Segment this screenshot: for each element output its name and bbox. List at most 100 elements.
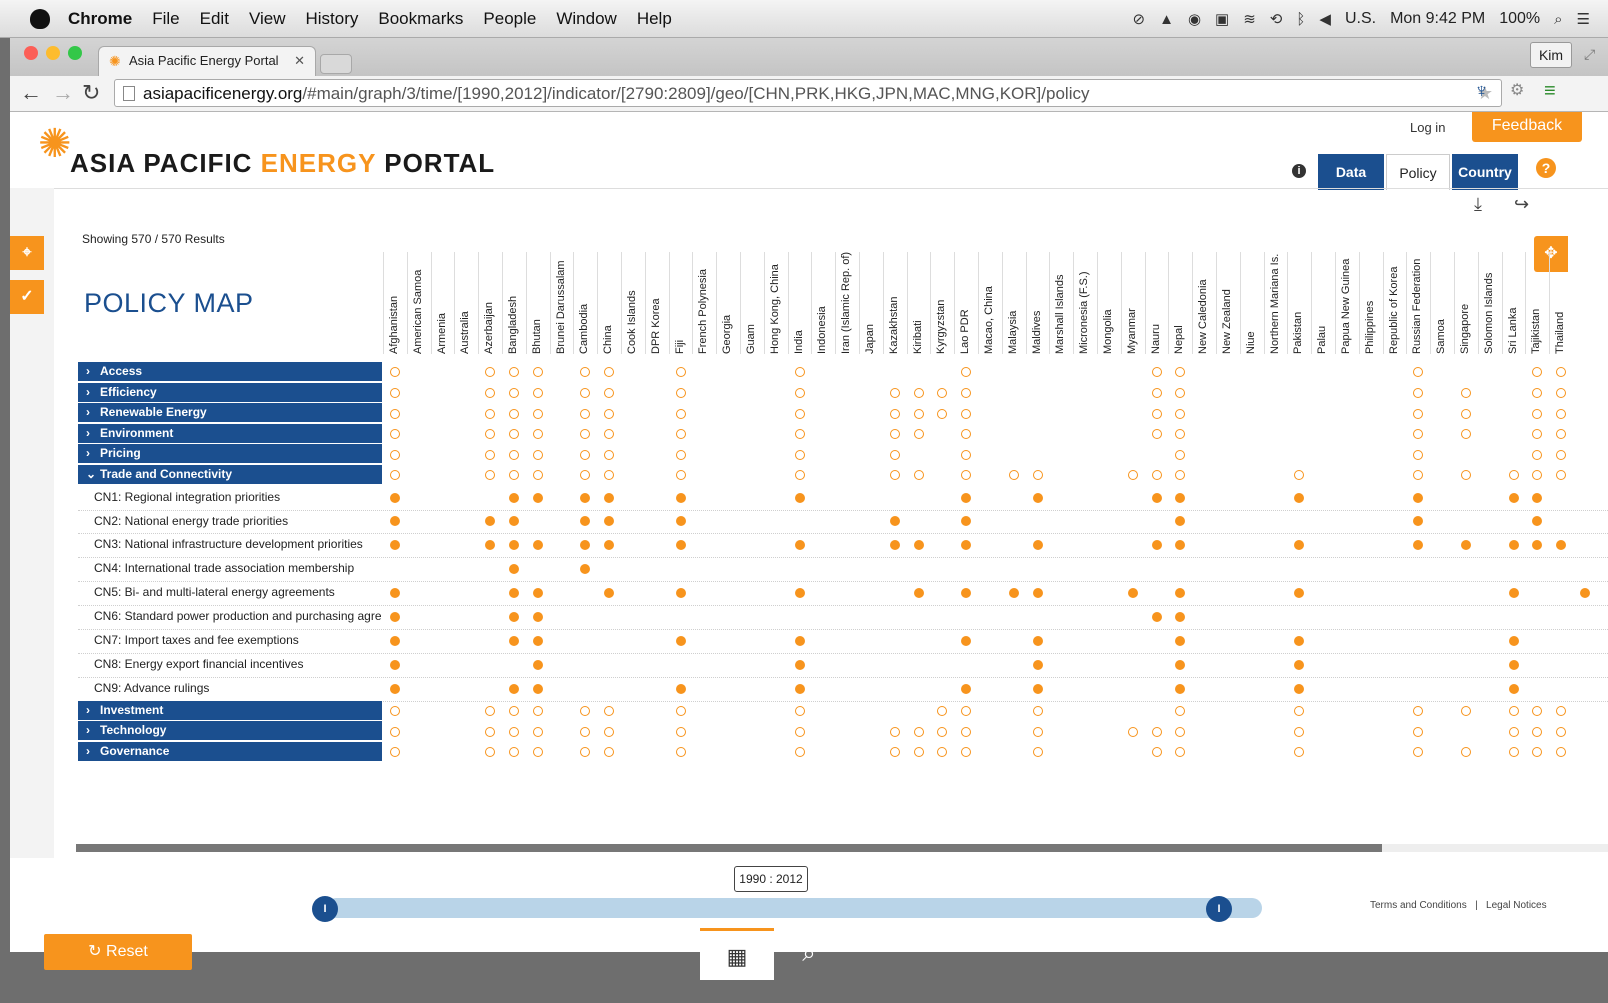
- menu-history[interactable]: History: [305, 9, 358, 29]
- policy-marker-open[interactable]: [889, 470, 900, 481]
- policy-marker-open[interactable]: [1151, 726, 1162, 737]
- policy-marker-open[interactable]: [532, 408, 543, 419]
- indicator-row[interactable]: CN2: National energy trade priorities: [78, 510, 382, 533]
- policy-marker-open[interactable]: [1413, 367, 1424, 378]
- country-column-header[interactable]: Papua New Guinea: [1336, 252, 1356, 354]
- policy-marker-filled[interactable]: [794, 659, 805, 670]
- policy-marker-open[interactable]: [794, 747, 805, 758]
- policy-marker-filled[interactable]: [1151, 540, 1162, 551]
- policy-marker-open[interactable]: [961, 367, 972, 378]
- grid-view-icon[interactable]: ▦: [700, 928, 774, 980]
- menu-people[interactable]: People: [483, 9, 536, 29]
- policy-marker-filled[interactable]: [532, 683, 543, 694]
- policy-marker-filled[interactable]: [1175, 683, 1186, 694]
- policy-marker-open[interactable]: [1413, 449, 1424, 460]
- country-column-header[interactable]: Armenia: [432, 252, 452, 354]
- policy-marker-open[interactable]: [532, 747, 543, 758]
- extension-off-icon[interactable]: ⚙: [1510, 80, 1524, 100]
- policy-marker-open[interactable]: [604, 470, 615, 481]
- policy-marker-open[interactable]: [1461, 747, 1471, 758]
- country-column-header[interactable]: Solomon Islands: [1479, 252, 1499, 354]
- policy-marker-open[interactable]: [794, 706, 805, 716]
- country-column-header[interactable]: India: [789, 252, 809, 354]
- policy-marker-open[interactable]: [889, 747, 900, 758]
- country-column-header[interactable]: Japan: [860, 252, 880, 354]
- policy-marker-open[interactable]: [485, 747, 496, 758]
- policy-marker-open[interactable]: [1151, 470, 1162, 481]
- policy-marker-open[interactable]: [1461, 470, 1471, 481]
- policy-marker-open[interactable]: [1532, 367, 1543, 378]
- policy-marker-open[interactable]: [509, 367, 519, 378]
- menu-app-name[interactable]: Chrome: [68, 9, 132, 29]
- policy-marker-open[interactable]: [532, 706, 543, 716]
- policy-marker-open[interactable]: [675, 429, 686, 440]
- country-column-header[interactable]: New Zealand: [1217, 252, 1237, 354]
- country-column-header[interactable]: Macao, China: [979, 252, 999, 354]
- policy-marker-open[interactable]: [1175, 747, 1186, 758]
- spotlight-icon[interactable]: ⌕: [1554, 11, 1562, 28]
- policy-marker-open[interactable]: [889, 726, 900, 737]
- policy-marker-open[interactable]: [1175, 387, 1186, 398]
- policy-marker-open[interactable]: [604, 726, 615, 737]
- country-column-header[interactable]: Marshall Islands: [1050, 252, 1070, 354]
- policy-marker-filled[interactable]: [580, 492, 591, 503]
- indicator-row[interactable]: CN9: Advance rulings: [78, 677, 382, 700]
- forward-icon[interactable]: →: [52, 80, 74, 106]
- policy-marker-filled[interactable]: [794, 683, 805, 694]
- policy-marker-open[interactable]: [675, 367, 686, 378]
- policy-marker-open[interactable]: [1127, 726, 1138, 737]
- policy-marker-open[interactable]: [1556, 429, 1567, 440]
- policy-marker-open[interactable]: [1532, 408, 1543, 419]
- policy-marker-open[interactable]: [485, 706, 496, 716]
- policy-marker-filled[interactable]: [1294, 635, 1305, 646]
- profile-button[interactable]: Kim: [1530, 42, 1572, 68]
- policy-marker-open[interactable]: [604, 706, 615, 716]
- policy-marker-open[interactable]: [889, 408, 900, 419]
- category-row[interactable]: › Efficiency: [78, 382, 382, 402]
- policy-marker-open[interactable]: [961, 429, 972, 440]
- menu-help[interactable]: Help: [637, 9, 672, 29]
- policy-marker-open[interactable]: [1032, 726, 1043, 737]
- policy-marker-open[interactable]: [532, 449, 543, 460]
- policy-marker-filled[interactable]: [961, 588, 972, 599]
- policy-marker-open[interactable]: [1175, 470, 1186, 481]
- reset-button[interactable]: ↻ Reset: [44, 934, 192, 970]
- policy-marker-filled[interactable]: [390, 683, 400, 694]
- policy-marker-filled[interactable]: [1127, 588, 1138, 599]
- policy-marker-open[interactable]: [1151, 747, 1162, 758]
- category-row[interactable]: › Technology: [78, 721, 382, 741]
- indicator-row[interactable]: CN1: Regional integration priorities: [78, 486, 382, 509]
- policy-marker-filled[interactable]: [604, 492, 615, 503]
- policy-marker-open[interactable]: [604, 408, 615, 419]
- policy-marker-open[interactable]: [1175, 367, 1186, 378]
- policy-marker-open[interactable]: [580, 470, 591, 481]
- policy-marker-open[interactable]: [580, 706, 591, 716]
- policy-marker-open[interactable]: [1175, 449, 1186, 460]
- country-column-header[interactable]: Republic of Korea: [1384, 252, 1404, 354]
- policy-marker-open[interactable]: [675, 387, 686, 398]
- policy-marker-open[interactable]: [1532, 726, 1543, 737]
- policy-marker-open[interactable]: [1413, 747, 1424, 758]
- policy-marker-filled[interactable]: [961, 635, 972, 646]
- policy-marker-filled[interactable]: [961, 540, 972, 551]
- address-bar[interactable]: asiapacificenergy.org/#main/graph/3/time…: [114, 79, 1502, 107]
- apple-menu-icon[interactable]: [30, 8, 50, 29]
- browser-tab[interactable]: ✺ Asia Pacific Energy Portal ✕: [98, 46, 316, 76]
- policy-marker-filled[interactable]: [1151, 612, 1162, 623]
- policy-marker-open[interactable]: [1556, 747, 1567, 758]
- category-row[interactable]: ⌄ Trade and Connectivity: [78, 465, 382, 484]
- policy-marker-open[interactable]: [937, 747, 948, 758]
- battery-percent[interactable]: 100%: [1499, 10, 1540, 28]
- category-row[interactable]: › Renewable Energy: [78, 403, 382, 423]
- zoom-window-button[interactable]: [68, 46, 82, 60]
- policy-marker-open[interactable]: [1532, 429, 1543, 440]
- country-column-header[interactable]: China: [598, 252, 618, 354]
- policy-marker-open[interactable]: [937, 726, 948, 737]
- policy-marker-open[interactable]: [1556, 387, 1567, 398]
- policy-marker-filled[interactable]: [1508, 635, 1519, 646]
- policy-marker-open[interactable]: [532, 470, 543, 481]
- policy-marker-open[interactable]: [604, 429, 615, 440]
- policy-marker-filled[interactable]: [1508, 659, 1519, 670]
- policy-marker-open[interactable]: [1461, 429, 1471, 440]
- policy-marker-filled[interactable]: [390, 659, 400, 670]
